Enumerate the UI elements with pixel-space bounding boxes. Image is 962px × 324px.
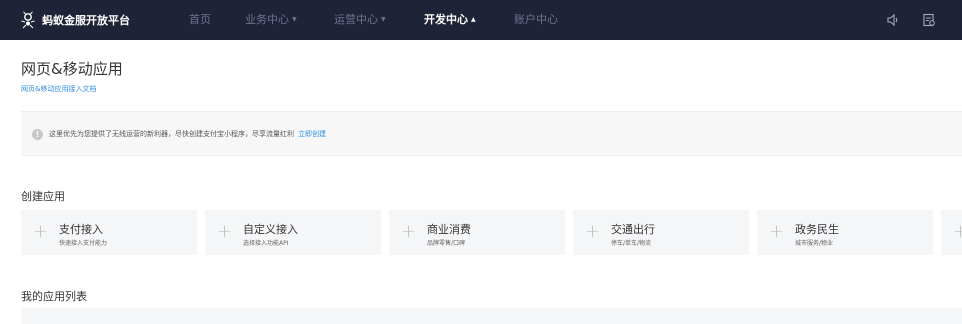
card-commerce[interactable]: + 商业消费 品牌零售/口碑 xyxy=(389,210,565,255)
card-subtitle: 快速接入支付能力 xyxy=(59,240,108,247)
plus-icon: + xyxy=(33,221,49,242)
card-subtitle: 品牌零售/口碑 xyxy=(427,240,466,247)
create-app-cards: + 支付接入 快速接入支付能力 + 自定义接入 选择接入功能API + 商业消费… xyxy=(21,210,962,255)
card-subtitle: 停车/单车/物流 xyxy=(611,240,652,247)
plus-icon: + xyxy=(953,221,962,242)
card-title: 支付接入 xyxy=(59,223,103,236)
document-icon[interactable] xyxy=(922,13,936,27)
nav-item-label: 业务中心 xyxy=(245,13,289,26)
nav-item-operations-center[interactable]: 运营中心 ▼ xyxy=(334,0,386,40)
card-government-services[interactable]: + 政务民生 城市服务/物业 xyxy=(757,210,933,255)
app-list-table xyxy=(21,308,962,324)
nav-item-home[interactable]: 首页 xyxy=(189,0,211,40)
nav-item-label: 账户中心 xyxy=(514,13,558,26)
nav-item-label: 首页 xyxy=(189,13,211,26)
doc-link[interactable]: 网页&移动应用接入文档 xyxy=(21,84,96,94)
create-now-link[interactable]: 立即创建 xyxy=(298,130,326,138)
nav-item-label: 运营中心 xyxy=(334,13,378,26)
chevron-up-icon: ▲ xyxy=(471,16,476,23)
top-navigation-bar: 蚂蚁金服开放平台 首页 业务中心 ▼ 运营中心 ▼ 开发中心 ▲ 账户中心 xyxy=(0,0,962,40)
card-title: 商业消费 xyxy=(427,223,471,236)
brand[interactable]: 蚂蚁金服开放平台 xyxy=(20,0,130,40)
info-icon: ! xyxy=(32,129,43,140)
chevron-down-icon: ▼ xyxy=(381,16,386,23)
card-title: 交通出行 xyxy=(611,223,655,236)
plus-icon: + xyxy=(217,221,233,242)
nav-item-business-center[interactable]: 业务中心 ▼ xyxy=(245,0,297,40)
notice-message: 这里优先为您提供了无线运营的新利器，尽快创建支付宝小程序，尽享流量红利 xyxy=(49,130,294,138)
speaker-icon[interactable] xyxy=(886,13,900,27)
brand-name: 蚂蚁金服开放平台 xyxy=(42,14,130,27)
card-partial[interactable]: + xyxy=(941,210,962,255)
nav-item-label: 开发中心 xyxy=(424,13,468,26)
notice-text: 这里优先为您提供了无线运营的新利器，尽快创建支付宝小程序，尽享流量红利 立即创建 xyxy=(49,129,326,140)
card-subtitle: 选择接入功能API xyxy=(243,240,289,247)
notice-banner: ! 这里优先为您提供了无线运营的新利器，尽快创建支付宝小程序，尽享流量红利 立即创… xyxy=(21,111,962,156)
plus-icon: + xyxy=(769,221,785,242)
card-title: 自定义接入 xyxy=(243,223,298,236)
nav-item-account-center[interactable]: 账户中心 xyxy=(514,0,558,40)
my-apps-section-title: 我的应用列表 xyxy=(21,290,87,303)
plus-icon: + xyxy=(401,221,417,242)
page-title: 网页&移动应用 xyxy=(21,60,123,78)
card-title: 政务民生 xyxy=(795,223,839,236)
card-custom-access[interactable]: + 自定义接入 选择接入功能API xyxy=(205,210,381,255)
chevron-down-icon: ▼ xyxy=(292,16,297,23)
plus-icon: + xyxy=(585,221,601,242)
card-subtitle: 城市服务/物业 xyxy=(795,240,834,247)
ant-logo-icon xyxy=(21,11,35,29)
nav-item-developer-center[interactable]: 开发中心 ▲ xyxy=(424,0,476,40)
card-payment-access[interactable]: + 支付接入 快速接入支付能力 xyxy=(21,210,197,255)
create-app-section-title: 创建应用 xyxy=(21,190,65,203)
card-transportation[interactable]: + 交通出行 停车/单车/物流 xyxy=(573,210,749,255)
